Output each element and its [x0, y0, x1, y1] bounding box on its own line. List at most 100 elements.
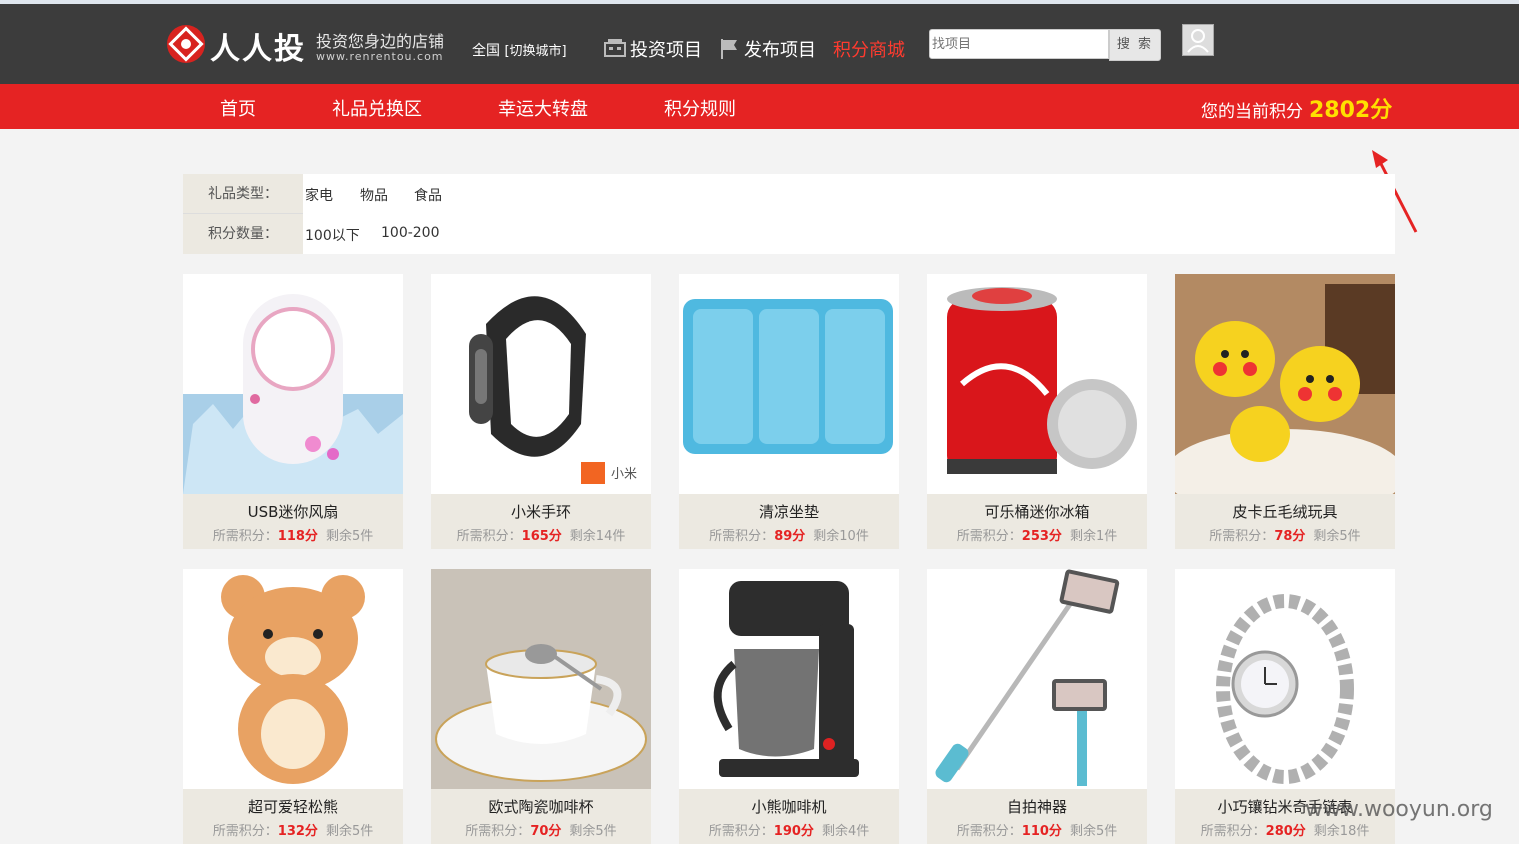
filter-type-label: 礼品类型： [183, 174, 303, 214]
points-required-label: 所需积分： [1209, 529, 1275, 544]
product-caption: 清凉坐垫 所需积分：89分 剩余10件 [679, 494, 899, 549]
product-card[interactable]: 超可爱轻松熊 所需积分：132分 剩余5件 [183, 569, 403, 844]
product-caption: 欧式陶瓷咖啡杯 所需积分：70分 剩余5件 [431, 789, 651, 844]
points-required-label: 所需积分： [212, 529, 278, 544]
product-stock: 剩余5件 [1313, 529, 1361, 544]
filter-panel: 礼品类型： 家电 物品 食品 积分数量： 100以下 100-200 [183, 174, 1395, 254]
city-selector[interactable]: 全国 [切换城市] [472, 40, 567, 60]
product-name[interactable]: 自拍神器 [927, 796, 1147, 817]
filter-points-100-200[interactable]: 100-200 [381, 225, 440, 241]
filter-type-appliance[interactable]: 家电 [305, 185, 333, 205]
product-stock: 剩余14件 [569, 529, 626, 544]
logo-url: www.renrentou.com [316, 50, 444, 63]
product-caption: 小米手环 所需积分：165分 剩余14件 [431, 494, 651, 549]
product-meta: 所需积分：78分 剩余5件 [1175, 525, 1395, 544]
points-required-label: 所需积分： [1200, 824, 1266, 839]
current-points: 您的当前积分 2802分 [1201, 92, 1392, 124]
product-points: 190分 [773, 824, 814, 839]
site-header: 人人投 投资您身边的店铺 www.renrentou.com 全国 [切换城市]… [0, 4, 1519, 84]
points-menu-bar: 首页 礼品兑换区 幸运大转盘 积分规则 您的当前积分 2802分 [0, 84, 1519, 129]
product-caption: 皮卡丘毛绒玩具 所需积分：78分 剩余5件 [1175, 494, 1395, 549]
points-required-label: 所需积分： [956, 529, 1022, 544]
product-image-selfie-stick[interactable] [927, 569, 1147, 789]
product-meta: 所需积分：280分 剩余18件 [1175, 820, 1395, 839]
product-caption: 小熊咖啡机 所需积分：190分 剩余4件 [679, 789, 899, 844]
product-points: 253分 [1021, 529, 1062, 544]
product-points: 110分 [1021, 824, 1062, 839]
filter-type-food[interactable]: 食品 [414, 185, 442, 205]
product-card[interactable]: 小熊咖啡机 所需积分：190分 剩余4件 [679, 569, 899, 844]
product-meta: 所需积分：70分 剩余5件 [431, 820, 651, 839]
product-name[interactable]: 超可爱轻松熊 [183, 796, 403, 817]
product-image-cool-cushion[interactable] [679, 274, 899, 494]
user-icon [1187, 29, 1209, 53]
product-name[interactable]: 皮卡丘毛绒玩具 [1175, 501, 1395, 522]
menu-gift-exchange[interactable]: 礼品兑换区 [332, 95, 422, 121]
product-name[interactable]: 小熊咖啡机 [679, 796, 899, 817]
filter-points-under-100[interactable]: 100以下 [305, 225, 360, 245]
product-image-usb-fan[interactable] [183, 274, 403, 494]
product-meta: 所需积分：165分 剩余14件 [431, 525, 651, 544]
product-points: 78分 [1274, 529, 1306, 544]
product-image-bracelet-watch[interactable] [1175, 569, 1395, 789]
product-meta: 所需积分：110分 剩余5件 [927, 820, 1147, 839]
product-image-pikachu-plush[interactable] [1175, 274, 1395, 494]
product-stock: 剩余10件 [813, 529, 869, 544]
product-image-cola-fridge[interactable] [927, 274, 1147, 494]
product-image-rilakkuma[interactable] [183, 569, 403, 789]
nav-publish-project[interactable]: 发布项目 [744, 36, 816, 62]
product-caption: 自拍神器 所需积分：110分 剩余5件 [927, 789, 1147, 844]
city-name: 全国 [472, 43, 500, 59]
product-stock: 剩余5件 [569, 824, 617, 839]
product-points: 118分 [277, 529, 318, 544]
product-name[interactable]: USB迷你风扇 [183, 501, 403, 522]
product-meta: 所需积分：89分 剩余10件 [679, 525, 899, 544]
svg-text:小米: 小米 [611, 467, 637, 482]
points-required-label: 所需积分： [708, 824, 774, 839]
building-icon [604, 39, 626, 57]
product-image-coffee-cup[interactable] [431, 569, 651, 789]
product-image-mi-band[interactable]: 小米 [431, 274, 651, 494]
logo-mark-icon[interactable] [166, 24, 206, 64]
logo-slogan: 投资您身边的店铺 [316, 32, 445, 51]
product-name[interactable]: 清凉坐垫 [679, 501, 899, 522]
logo-text[interactable]: 人人投 [210, 24, 306, 68]
points-required-label: 所需积分： [456, 529, 522, 544]
filter-points-label: 积分数量： [183, 214, 303, 254]
menu-lucky-wheel[interactable]: 幸运大转盘 [498, 95, 588, 121]
points-required-label: 所需积分： [709, 529, 775, 544]
points-required-label: 所需积分： [956, 824, 1022, 839]
product-name[interactable]: 欧式陶瓷咖啡杯 [431, 796, 651, 817]
current-points-value: 2802分 [1309, 98, 1393, 123]
product-name[interactable]: 可乐桶迷你冰箱 [927, 501, 1147, 522]
menu-home[interactable]: 首页 [220, 95, 256, 121]
product-card[interactable]: 自拍神器 所需积分：110分 剩余5件 [927, 569, 1147, 844]
product-stock: 剩余18件 [1313, 824, 1370, 839]
product-stock: 剩余5件 [325, 529, 374, 544]
flag-icon [721, 39, 737, 59]
city-switch-link[interactable]: [切换城市] [504, 44, 566, 59]
product-card[interactable]: 欧式陶瓷咖啡杯 所需积分：70分 剩余5件 [431, 569, 651, 844]
menu-points-rules[interactable]: 积分规则 [664, 95, 736, 121]
product-caption: 可乐桶迷你冰箱 所需积分：253分 剩余1件 [927, 494, 1147, 549]
current-points-label: 您的当前积分 [1201, 102, 1303, 122]
product-caption: 超可爱轻松熊 所需积分：132分 剩余5件 [183, 789, 403, 844]
product-meta: 所需积分：190分 剩余4件 [679, 820, 899, 839]
product-points: 70分 [530, 824, 562, 839]
product-points: 165分 [521, 529, 562, 544]
points-required-label: 所需积分： [465, 824, 531, 839]
product-points: 132分 [277, 824, 318, 839]
points-required-label: 所需积分： [212, 824, 278, 839]
product-stock: 剩余5件 [1069, 824, 1118, 839]
product-name[interactable]: 小米手环 [431, 501, 651, 522]
nav-points-mall[interactable]: 积分商城 [833, 36, 905, 62]
product-image-coffee-maker[interactable] [679, 569, 899, 789]
product-points: 280分 [1265, 824, 1306, 839]
nav-invest-projects[interactable]: 投资项目 [630, 36, 702, 62]
search-input[interactable] [929, 29, 1109, 59]
avatar[interactable] [1182, 24, 1214, 56]
product-stock: 剩余4件 [821, 824, 870, 839]
filter-type-goods[interactable]: 物品 [360, 185, 388, 205]
search-button[interactable]: 搜 索 [1109, 29, 1161, 61]
product-stock: 剩余5件 [325, 824, 374, 839]
